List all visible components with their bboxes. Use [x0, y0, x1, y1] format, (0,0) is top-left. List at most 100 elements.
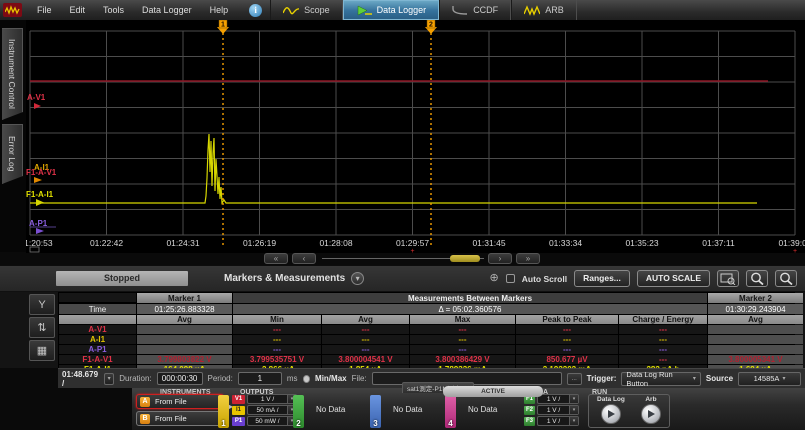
marker-tool-button[interactable]: Y: [29, 294, 55, 315]
svg-text:A-V1: A-V1: [27, 93, 46, 102]
zoom-in-button[interactable]: [746, 270, 768, 287]
panel-chevron-down-icon[interactable]: ▾: [351, 272, 364, 285]
tab-arb-label: ARB: [545, 5, 564, 15]
p1-scale-select[interactable]: 50 mW / ▾: [247, 416, 297, 426]
scroll-last-button[interactable]: »: [516, 253, 540, 264]
chart-area[interactable]: 1 2 A-V1 A-I1 F1-A-V1 F1-A-I1 A-P1 01:20…: [26, 20, 805, 253]
channel-1-v1-row: V1 1 V / ▾: [232, 394, 297, 404]
stat-min: Min: [233, 315, 321, 324]
scroll-thumb[interactable]: [450, 255, 480, 262]
svg-text:F1-A-V1: F1-A-V1: [26, 168, 57, 177]
channel-1-bar[interactable]: 1: [218, 395, 229, 428]
trigger-caret-icon: ▾: [693, 375, 696, 382]
tab-ccdf-label: CCDF: [473, 5, 498, 15]
stat-max: Max: [410, 315, 515, 324]
channel-4-bar[interactable]: 4: [445, 395, 456, 428]
menu-help[interactable]: Help: [201, 5, 238, 15]
svg-text:01:20:53: 01:20:53: [26, 238, 53, 248]
menu-tools[interactable]: Tools: [94, 5, 133, 15]
v1-scale-select[interactable]: 1 V / ▾: [247, 394, 297, 404]
channel-2-bar[interactable]: 2: [293, 395, 304, 428]
f3-scale-select[interactable]: 1 V / ▾: [537, 416, 579, 426]
tab-ccdf[interactable]: CCDF: [439, 0, 511, 20]
play-icon: [608, 410, 615, 418]
period-input[interactable]: 1: [238, 372, 282, 385]
channel-3-bar[interactable]: 3: [370, 395, 381, 428]
time-label: Time: [59, 304, 136, 314]
duration-input[interactable]: 000:00:30: [157, 372, 203, 385]
minmax-checkbox[interactable]: [303, 375, 310, 383]
chart-scrollbar[interactable]: « ‹ › »: [26, 253, 805, 265]
menu-edit[interactable]: Edit: [61, 5, 95, 15]
marker-2-handle[interactable]: 2: [425, 20, 437, 34]
auto-scroll-checkbox[interactable]: [506, 274, 515, 283]
v1-scale-value: 1 V /: [248, 396, 287, 403]
i1-scale-select[interactable]: 50 mA / ▾: [247, 405, 297, 415]
f2-chip: F2: [524, 406, 535, 415]
measurements-table: Marker 1 Measurements Between Markers Ma…: [58, 292, 795, 375]
row-a-i1-m1: [137, 335, 232, 344]
tab-data-logger[interactable]: Data Logger: [343, 0, 440, 20]
scroll-next-button[interactable]: ›: [488, 253, 512, 264]
stat-avg: Avg: [322, 315, 409, 324]
row-a-p1-m2: [708, 345, 803, 354]
zoom-region-button[interactable]: [717, 270, 739, 287]
zoom-out-button[interactable]: [775, 270, 797, 287]
f1-scale-select[interactable]: 1 V / ▾: [537, 394, 579, 404]
menu-file[interactable]: File: [28, 5, 61, 15]
row-a-v1-min: ---: [233, 325, 321, 334]
marker1-stat: Avg: [137, 315, 232, 324]
tab-data-logger-label: Data Logger: [377, 5, 427, 15]
svg-text:01:39:00: 01:39:00: [778, 238, 805, 248]
arb-run-button[interactable]: [641, 404, 661, 424]
stat-charge: Charge / Energy: [619, 315, 707, 324]
marker-1-handle[interactable]: 1: [217, 20, 229, 34]
menu-data-logger[interactable]: Data Logger: [133, 5, 201, 15]
tab-instrument-control[interactable]: Instrument Control: [2, 28, 23, 120]
trace-labels[interactable]: A-V1 A-I1 F1-A-V1 F1-A-I1 A-P1: [26, 93, 57, 234]
marker2-time: 01:30:29.243904: [708, 304, 803, 314]
info-icon[interactable]: i: [249, 4, 262, 17]
channel-2-no-data: No Data: [316, 405, 345, 414]
source-select[interactable]: 14585A ▾: [738, 372, 801, 386]
svg-text:01:31:45: 01:31:45: [472, 238, 505, 248]
row-a-v1-m1: [137, 325, 232, 334]
marker-lines[interactable]: [223, 33, 431, 248]
scroll-prev-button[interactable]: ‹: [292, 253, 316, 264]
marker2-header: Marker 2: [708, 293, 803, 303]
channel-3-number: 3: [370, 419, 381, 428]
tab-arb[interactable]: ARB: [511, 0, 577, 20]
tab-scope[interactable]: Scope: [270, 0, 343, 20]
elapsed-time: 01:48.679 /: [62, 370, 99, 388]
instrument-a-from-file-button[interactable]: A From File: [136, 394, 224, 409]
f2-scale-select[interactable]: 1 V / ▾: [537, 405, 579, 415]
marker1-header: Marker 1: [137, 293, 232, 303]
row-a-v1-ptp: ---: [516, 325, 618, 334]
grid-view-button[interactable]: ▦: [29, 340, 55, 361]
auto-scale-button[interactable]: AUTO SCALE: [637, 270, 710, 287]
marker-pair-tool-button[interactable]: ⇅: [29, 317, 55, 338]
row-a-p1-ptp: ---: [516, 345, 618, 354]
ranges-button[interactable]: Ranges...: [574, 270, 630, 287]
f2-caret-icon: ▾: [569, 406, 578, 414]
crosshair-icon[interactable]: ⊕: [490, 273, 499, 284]
row-f1-a-v1-max: 3.800386429 V: [410, 355, 515, 364]
data-log-run-button[interactable]: [601, 404, 621, 424]
between-markers-header: Measurements Between Markers: [233, 293, 707, 303]
elapsed-dropdown[interactable]: ▾: [104, 373, 114, 385]
panel-left-spacer: [0, 388, 132, 430]
f2-scale-value: 1 V /: [538, 407, 569, 414]
browse-button[interactable]: ...: [567, 373, 582, 385]
tab-error-log[interactable]: Error Log: [2, 124, 23, 184]
scroll-first-button[interactable]: «: [264, 253, 288, 264]
row-a-v1-avg: ---: [322, 325, 409, 334]
channel-4-no-data: No Data: [468, 405, 497, 414]
trigger-select[interactable]: Data Log Run Button ▾: [621, 372, 700, 386]
chart-grid: [30, 31, 795, 235]
arb-waveform-icon: [524, 5, 540, 16]
trigger-label: Trigger:: [587, 374, 617, 383]
duration-label: Duration:: [119, 374, 151, 383]
i1-scale-value: 50 mA /: [248, 407, 287, 414]
row-f1-a-v1-m1: 3.799803822 V: [137, 355, 232, 364]
instrument-b-from-file-button[interactable]: B From File: [136, 411, 224, 426]
